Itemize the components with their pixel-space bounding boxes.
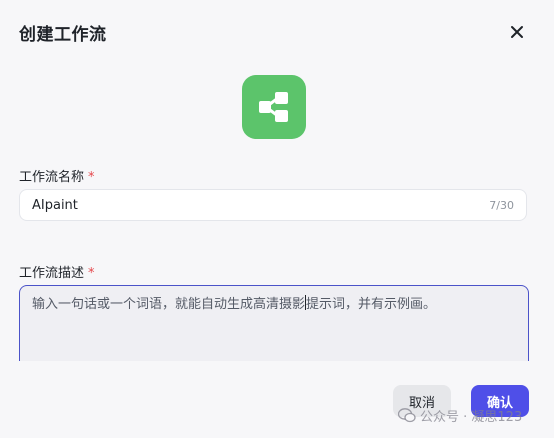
required-mark: * [88, 266, 95, 281]
workflow-app-icon[interactable] [242, 75, 306, 139]
description-label-text: 工作流描述 [19, 266, 85, 281]
character-counter: 7/30 [489, 199, 514, 212]
workflow-description-textarea[interactable]: 输入一句话或一个词语，就能自动生成高清摄影提示词，并有示例画。 [19, 285, 529, 361]
watermark-text: 公众号 · 凝思123 [420, 410, 523, 425]
description-label: 工作流描述 * [19, 262, 95, 281]
name-label: 工作流名称 * [19, 166, 95, 185]
name-label-text: 工作流名称 [19, 170, 85, 185]
description-text-after-caret: 提示词，并有示例画。 [306, 297, 437, 312]
wechat-icon [398, 408, 416, 423]
workflow-name-input[interactable]: AIpaint 7/30 [19, 189, 527, 221]
dialog-title: 创建工作流 [19, 25, 107, 45]
required-mark: * [88, 170, 95, 185]
create-workflow-dialog: 创建工作流 工作流名称 * AIpaint 7/30 工作流描述 * 输入一句话或一… [0, 0, 554, 438]
close-button[interactable] [505, 20, 529, 44]
workflow-name-value: AIpaint [32, 197, 78, 213]
description-text-before-caret: 输入一句话或一个词语，就能自动生成高清摄影 [32, 297, 306, 312]
workflow-share-icon [259, 92, 288, 122]
close-icon [511, 26, 523, 38]
watermark: 公众号 · 凝思123 [398, 406, 522, 425]
